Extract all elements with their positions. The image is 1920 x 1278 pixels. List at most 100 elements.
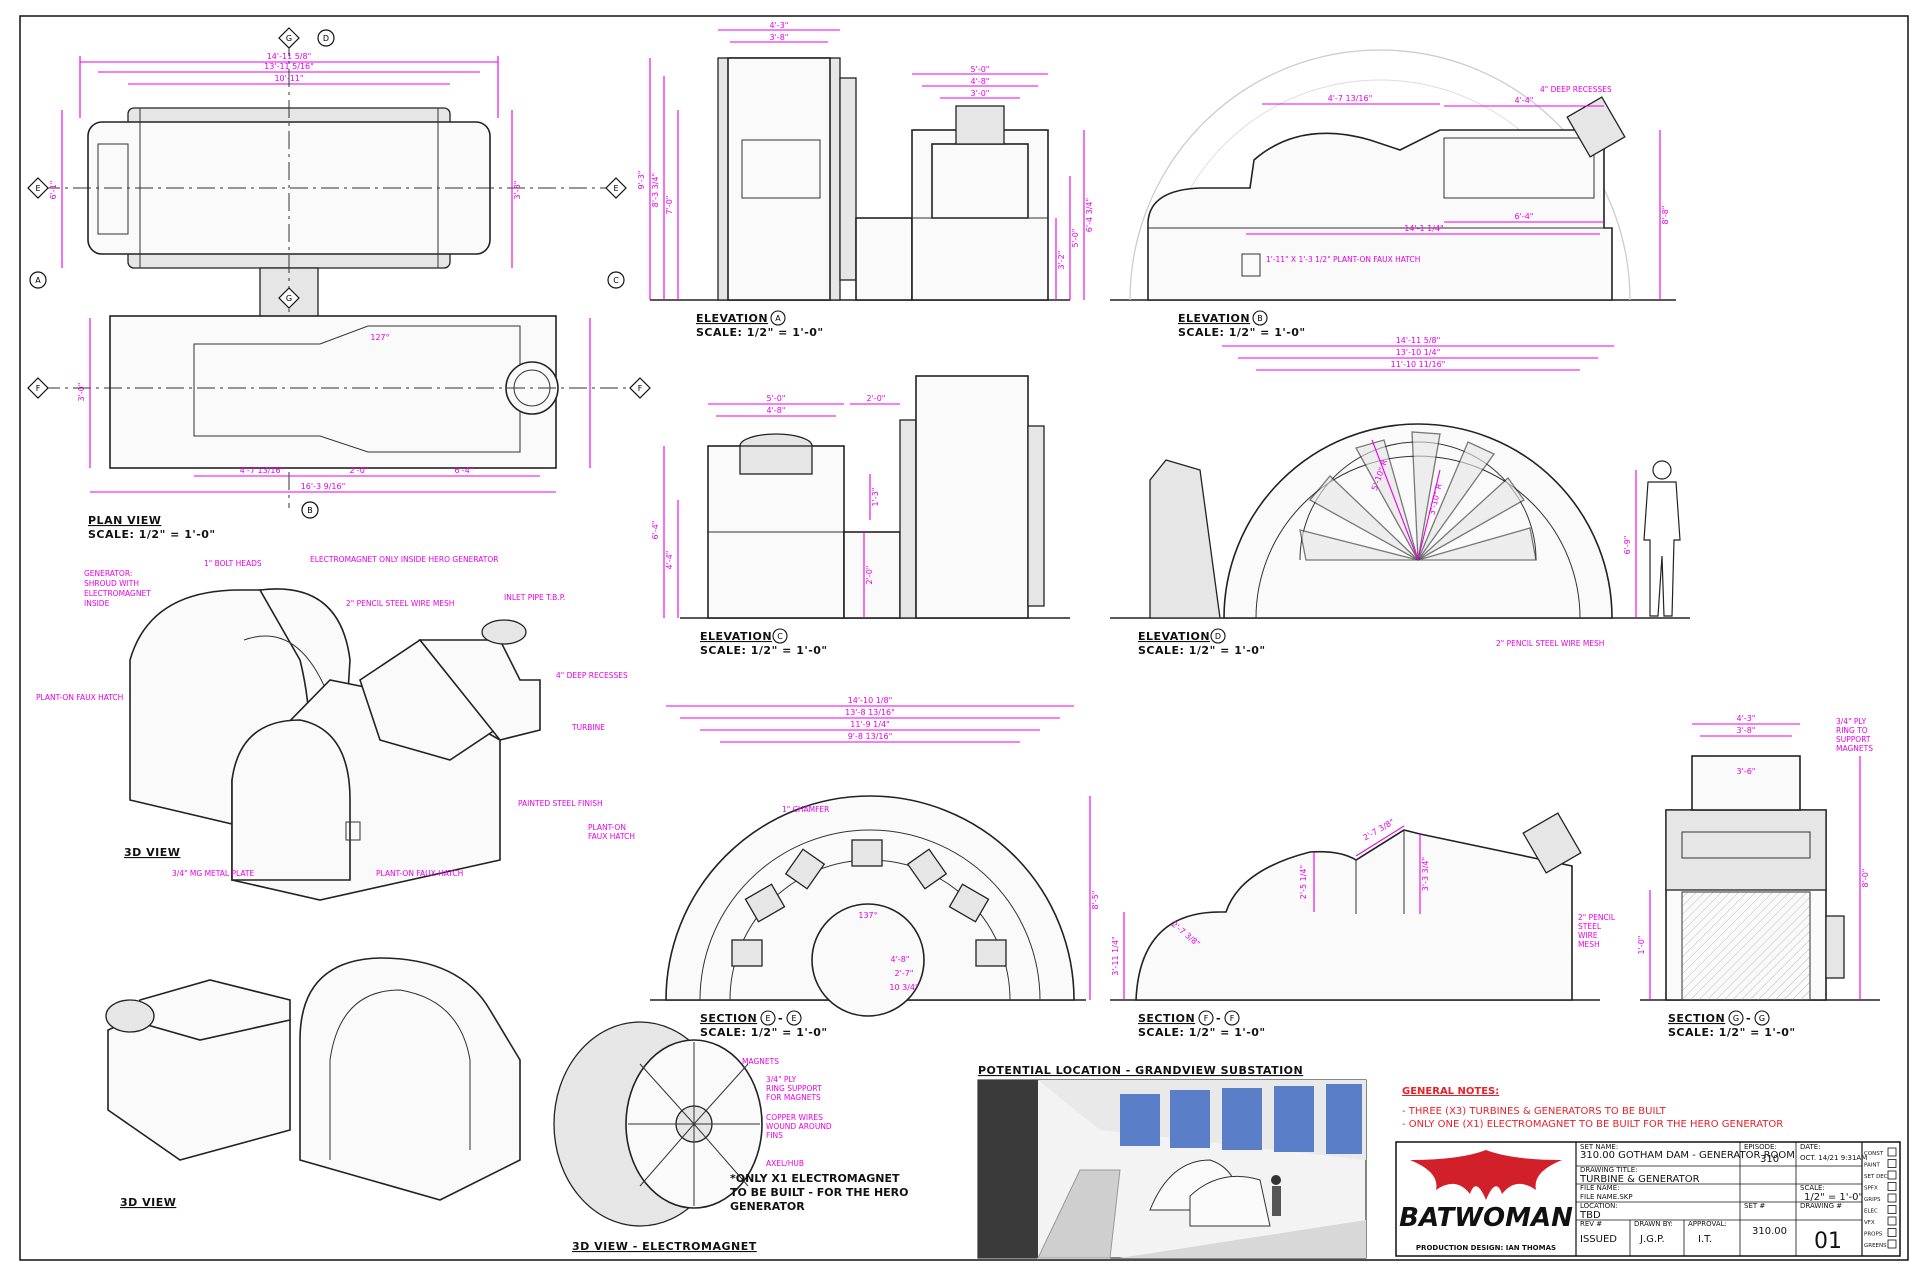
elev-d-label: ELEVATION D SCALE: 1/2" = 1'-0" — [1138, 628, 1265, 657]
svg-text:4" DEEP RECESSES: 4" DEEP RECESSES — [1540, 85, 1612, 94]
svg-text:3'-3 3/4": 3'-3 3/4" — [1421, 857, 1430, 891]
checklist-label: SPFX — [1864, 1186, 1878, 1192]
title-block: BATWOMAN PRODUCTION DESIGN: IAN THOMAS S… — [1395, 1141, 1901, 1257]
svg-text:GENERATOR:: GENERATOR: — [84, 569, 132, 578]
svg-text:PAINTED STEEL FINISH: PAINTED STEEL FINISH — [518, 799, 603, 808]
svg-text:8'-3 3/4": 8'-3 3/4" — [651, 173, 660, 207]
view3d-b: 3D VIEW — [105, 957, 521, 1209]
svg-text:FILE NAME:: FILE NAME: — [1580, 1184, 1619, 1192]
checklist-box[interactable] — [1887, 1159, 1897, 1168]
svg-text:11'-9 1/4": 11'-9 1/4" — [850, 720, 889, 729]
svg-text:3'-6": 3'-6" — [1737, 767, 1756, 776]
svg-text:MESH: MESH — [1578, 940, 1600, 949]
svg-text:BATWOMAN: BATWOMAN — [1399, 1203, 1573, 1233]
svg-text:8'-0": 8'-0" — [1861, 869, 1870, 888]
svg-text:1'-3": 1'-3" — [871, 488, 880, 507]
svg-text:STEEL: STEEL — [1578, 922, 1602, 931]
svg-text:310.00: 310.00 — [1752, 1226, 1787, 1237]
svg-text:4" DEEP RECESSES: 4" DEEP RECESSES — [556, 671, 628, 680]
svg-text:9'-8 13/16": 9'-8 13/16" — [848, 732, 893, 741]
svg-text:2" PENCIL STEEL WIRE MESH: 2" PENCIL STEEL WIRE MESH — [346, 599, 454, 608]
sec-f-label: SECTION F - F SCALE: 1/2" = 1'-0" — [1138, 1010, 1266, 1039]
checklist-box[interactable] — [1887, 1193, 1897, 1203]
svg-text:WOUND AROUND: WOUND AROUND — [766, 1122, 832, 1131]
svg-text:5'-0": 5'-0" — [1071, 229, 1080, 248]
svg-text:ELECTROMAGNET ONLY INSIDE HERO: ELECTROMAGNET ONLY INSIDE HERO GENERATOR — [310, 555, 498, 564]
plan-dim-mid: 3'-0" — [77, 383, 86, 402]
svg-text:7'-0": 7'-0" — [665, 196, 674, 215]
svg-text:4'-4": 4'-4" — [665, 551, 674, 570]
checklist-box[interactable] — [1887, 1205, 1897, 1214]
svg-text:3'-8": 3'-8" — [770, 33, 789, 42]
svg-text:1" BOLT HEADS: 1" BOLT HEADS — [204, 559, 262, 568]
svg-text:F: F — [1204, 1014, 1209, 1023]
plan-dim-left: 6'-1" — [49, 181, 58, 200]
svg-text:I.T.: I.T. — [1698, 1234, 1712, 1245]
svg-text:10 3/4": 10 3/4" — [889, 983, 918, 992]
svg-text:4'-3": 4'-3" — [1737, 714, 1756, 723]
checklist-label: GRIPS — [1864, 1197, 1881, 1203]
checklist-box[interactable] — [1887, 1170, 1897, 1180]
svg-text:14'-10 1/8": 14'-10 1/8" — [848, 696, 893, 705]
svg-text:8'-5": 8'-5" — [1091, 891, 1100, 910]
svg-text:- THREE (X3) TURBINES & GENERA: - THREE (X3) TURBINES & GENERATORS TO BE… — [1402, 1106, 1667, 1117]
svg-text:13'-8 13/16": 13'-8 13/16" — [845, 708, 895, 717]
svg-text:RING SUPPORT: RING SUPPORT — [766, 1084, 822, 1093]
svg-text:5'-0": 5'-0" — [971, 65, 990, 74]
svg-text:3'-0": 3'-0" — [971, 89, 990, 98]
svg-text:DATE:: DATE: — [1800, 1143, 1821, 1151]
elevation-b: 4'-7 13/16" 4'-4" 14'-1 1/4" 6'-4" 8'-8"… — [1110, 49, 1676, 339]
svg-text:C: C — [613, 276, 619, 285]
svg-text:3'-2": 3'-2" — [1057, 251, 1066, 270]
checklist-label: ELEC — [1864, 1209, 1878, 1215]
svg-text:ELEVATION: ELEVATION — [1178, 312, 1250, 325]
svg-text:01: 01 — [1814, 1229, 1842, 1254]
svg-text:G: G — [286, 294, 292, 303]
plan-view-title: PLAN VIEW — [88, 514, 161, 527]
svg-text:6'-4": 6'-4" — [1515, 212, 1534, 221]
svg-text:AXEL/HUB: AXEL/HUB — [766, 1159, 804, 1168]
svg-text:TO BE BUILT - FOR THE HERO: TO BE BUILT - FOR THE HERO — [730, 1186, 909, 1199]
svg-text:14'-11 5/8": 14'-11 5/8" — [1396, 336, 1441, 345]
svg-text:11'-10 11/16": 11'-10 11/16" — [1391, 360, 1446, 369]
checklist-label: PAINT — [1864, 1163, 1880, 1169]
svg-text:B: B — [1257, 314, 1263, 323]
svg-text:DRAWING TITLE:: DRAWING TITLE: — [1580, 1166, 1638, 1174]
svg-text:EPISODE:: EPISODE: — [1744, 1143, 1777, 1151]
svg-text:B: B — [307, 506, 313, 515]
svg-text:3'-8": 3'-8" — [1737, 726, 1756, 735]
svg-text:PLANT-ON FAUX HATCH: PLANT-ON FAUX HATCH — [36, 693, 123, 702]
checklist-box[interactable] — [1887, 1147, 1897, 1157]
svg-text:FINS: FINS — [766, 1131, 783, 1140]
svg-text:5'-0": 5'-0" — [767, 394, 786, 403]
svg-text:ISSUED: ISSUED — [1580, 1234, 1617, 1245]
svg-text:PRODUCTION DESIGN: IAN THOMAS: PRODUCTION DESIGN: IAN THOMAS — [1416, 1244, 1556, 1252]
svg-text:- ONLY ONE (X1) ELECTROMAGNET: - ONLY ONE (X1) ELECTROMAGNET TO BE BUIL… — [1402, 1119, 1783, 1130]
svg-text:8'-8": 8'-8" — [1661, 206, 1670, 225]
svg-text:SECTION: SECTION — [1668, 1012, 1725, 1025]
svg-text:INLET PIPE T.B.P.: INLET PIPE T.B.P. — [504, 593, 565, 602]
svg-text:FAUX HATCH: FAUX HATCH — [588, 832, 635, 841]
marker-e-left: E — [27, 177, 49, 199]
svg-text:DRAWING #: DRAWING # — [1800, 1202, 1842, 1210]
svg-text:2" PENCIL: 2" PENCIL — [1578, 913, 1616, 922]
svg-text:RING TO: RING TO — [1836, 726, 1868, 735]
svg-text:GENERAL NOTES:: GENERAL NOTES: — [1402, 1086, 1499, 1097]
svg-text:MAGNETS: MAGNETS — [742, 1057, 779, 1066]
checklist-box[interactable] — [1887, 1182, 1897, 1191]
elevation-d: 14'-11 5/8" 13'-10 1/4" 11'-10 11/16" 6'… — [1110, 336, 1690, 657]
svg-text:2'-0": 2'-0" — [865, 566, 874, 585]
svg-text:COPPER WIRES: COPPER WIRES — [766, 1113, 823, 1122]
svg-text:4'-8": 4'-8" — [891, 955, 910, 964]
checklist-box[interactable] — [1887, 1239, 1897, 1249]
svg-text:2'-0": 2'-0" — [867, 394, 886, 403]
svg-text:A: A — [35, 276, 41, 285]
svg-text:OCT. 14/21 9:31AM: OCT. 14/21 9:31AM — [1800, 1154, 1867, 1162]
checklist-box[interactable] — [1887, 1216, 1897, 1226]
marker-a: A — [29, 271, 47, 289]
plan-view: 14'-11 5/8" 13'-11 5/16" 10'-11" 4'-7 13… — [27, 27, 651, 541]
checklist-box[interactable] — [1887, 1228, 1897, 1237]
svg-text:ELEVATION: ELEVATION — [700, 630, 772, 643]
svg-text:SCALE: 1/2" = 1'-0": SCALE: 1/2" = 1'-0" — [1138, 1026, 1266, 1039]
plan-dim-right: 3'-3" — [513, 181, 522, 200]
